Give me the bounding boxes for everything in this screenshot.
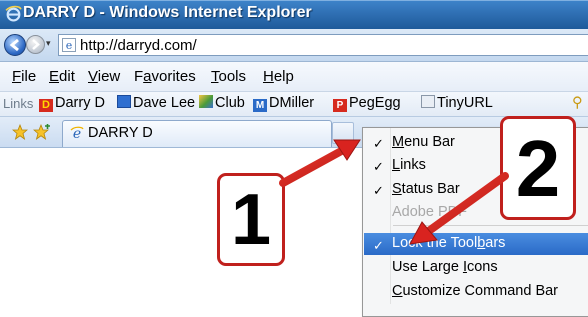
arrow-1 [279,139,361,187]
annotation-arrows [279,139,509,245]
arrow-2 [409,172,509,245]
